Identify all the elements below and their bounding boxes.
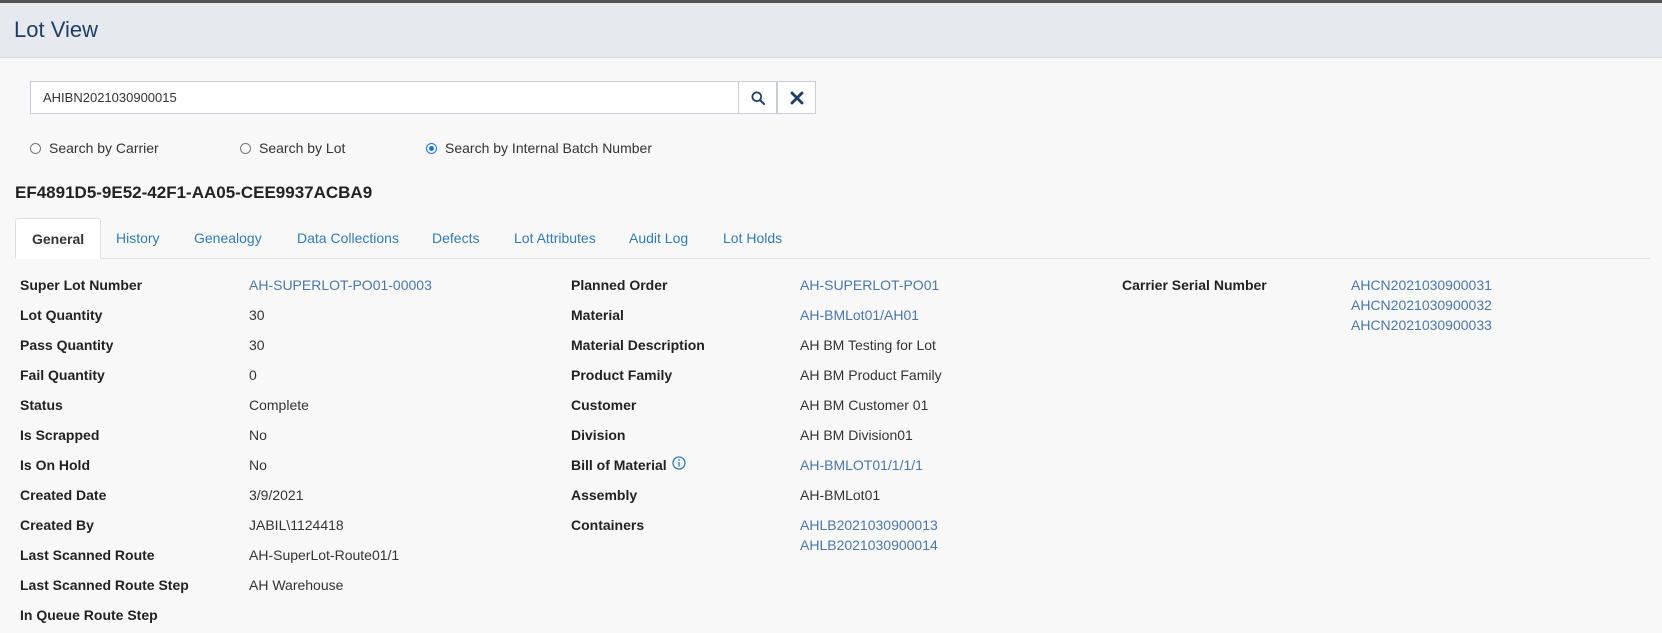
field-label: Carrier Serial Number	[1122, 277, 1267, 293]
assembly-value: AH-BMLot01	[800, 487, 881, 503]
search-button[interactable]	[738, 81, 778, 114]
bill-of-material-label: Bill of Material	[571, 456, 686, 473]
field-label: Last Scanned Route	[20, 547, 155, 563]
carrier-serial-link[interactable]: AHCN2021030900032	[1351, 295, 1492, 315]
carrier-serial-link[interactable]: AHCN2021030900033	[1351, 315, 1492, 335]
tab-bar: General History Genealogy Data Collectio…	[15, 218, 1650, 259]
is-scrapped-value: No	[249, 427, 267, 443]
field-label: Created Date	[20, 487, 107, 503]
last-scanned-route-step-value: AH Warehouse	[249, 577, 344, 593]
lot-quantity-value: 30	[249, 307, 265, 323]
fail-quantity-value: 0	[249, 367, 257, 383]
search-type-options: Search by Carrier Search by Lot Search b…	[30, 140, 730, 160]
field-label: Pass Quantity	[20, 337, 114, 353]
created-by-value: JABIL\1124418	[249, 517, 344, 533]
field-label: Status	[20, 397, 63, 413]
status-value: Complete	[249, 397, 309, 413]
container-link[interactable]: AHLB2021030900014	[800, 535, 938, 555]
bill-of-material-link[interactable]: AH-BMLOT01/1/1/1	[800, 457, 923, 473]
search-input[interactable]	[30, 81, 739, 114]
field-label: Fail Quantity	[20, 367, 105, 383]
search-icon	[751, 91, 765, 105]
page-title: Lot View	[14, 17, 98, 42]
radio-button[interactable]	[30, 142, 41, 154]
field-label: Assembly	[571, 487, 638, 503]
tab-defects[interactable]: Defects	[416, 218, 495, 259]
field-label: Material Description	[571, 337, 705, 353]
carrier-serial-link[interactable]: AHCN2021030900031	[1351, 275, 1492, 295]
field-label: Is On Hold	[20, 457, 90, 473]
radio-button[interactable]	[240, 142, 251, 154]
info-icon[interactable]	[672, 456, 686, 473]
material-description-value: AH BM Testing for Lot	[800, 337, 936, 353]
lot-id-heading: EF4891D5-9E52-42F1-AA05-CEE9937ACBA9	[15, 183, 373, 202]
page-header: Lot View	[0, 3, 1662, 58]
material-link[interactable]: AH-BMLot01/AH01	[800, 307, 919, 323]
radio-label: Search by Lot	[259, 140, 346, 156]
pass-quantity-value: 30	[249, 337, 265, 353]
last-scanned-route-value: AH-SuperLot-Route01/1	[249, 547, 400, 563]
field-label: Material	[571, 307, 624, 323]
carrier-serial-list: AHCN2021030900031 AHCN2021030900032 AHCN…	[1351, 275, 1492, 335]
field-label: Is Scrapped	[20, 427, 100, 443]
radio-button[interactable]	[426, 142, 437, 154]
field-label: Bill of Material	[571, 457, 667, 473]
field-label: Planned Order	[571, 277, 668, 293]
tab-history[interactable]: History	[100, 218, 176, 259]
container-link[interactable]: AHLB2021030900013	[800, 515, 938, 535]
division-value: AH BM Division01	[800, 427, 913, 443]
field-label: Product Family	[571, 367, 673, 383]
created-date-value: 3/9/2021	[249, 487, 304, 503]
field-label: Division	[571, 427, 626, 443]
radio-search-by-carrier[interactable]: Search by Carrier	[30, 140, 159, 156]
planned-order-link[interactable]: AH-SUPERLOT-PO01	[800, 277, 939, 293]
tab-lot-attributes[interactable]: Lot Attributes	[498, 218, 612, 259]
radio-search-by-lot[interactable]: Search by Lot	[240, 140, 345, 156]
clear-button[interactable]	[777, 81, 816, 114]
field-label: Super Lot Number	[20, 277, 143, 293]
field-label: In Queue Route Step	[20, 607, 158, 623]
radio-search-by-internal-batch-number[interactable]: Search by Internal Batch Number	[426, 140, 652, 156]
search-bar	[30, 81, 816, 114]
tab-general[interactable]: General	[15, 218, 102, 259]
customer-value: AH BM Customer 01	[800, 397, 929, 413]
containers-list: AHLB2021030900013 AHLB2021030900014	[800, 515, 938, 555]
field-label: Lot Quantity	[20, 307, 103, 323]
tab-data-collections[interactable]: Data Collections	[281, 218, 415, 259]
tab-lot-holds[interactable]: Lot Holds	[707, 218, 798, 259]
product-family-value: AH BM Product Family	[800, 367, 942, 383]
field-label: Last Scanned Route Step	[20, 577, 189, 593]
field-label: Created By	[20, 517, 94, 533]
field-label: Containers	[571, 517, 645, 533]
radio-label: Search by Internal Batch Number	[445, 140, 652, 156]
radio-label: Search by Carrier	[49, 140, 159, 156]
close-icon	[790, 91, 803, 104]
tab-audit-log[interactable]: Audit Log	[613, 218, 704, 259]
is-on-hold-value: No	[249, 457, 267, 473]
tab-genealogy[interactable]: Genealogy	[178, 218, 278, 259]
field-label: Customer	[571, 397, 637, 413]
super-lot-number-link[interactable]: AH-SUPERLOT-PO01-00003	[249, 277, 432, 293]
